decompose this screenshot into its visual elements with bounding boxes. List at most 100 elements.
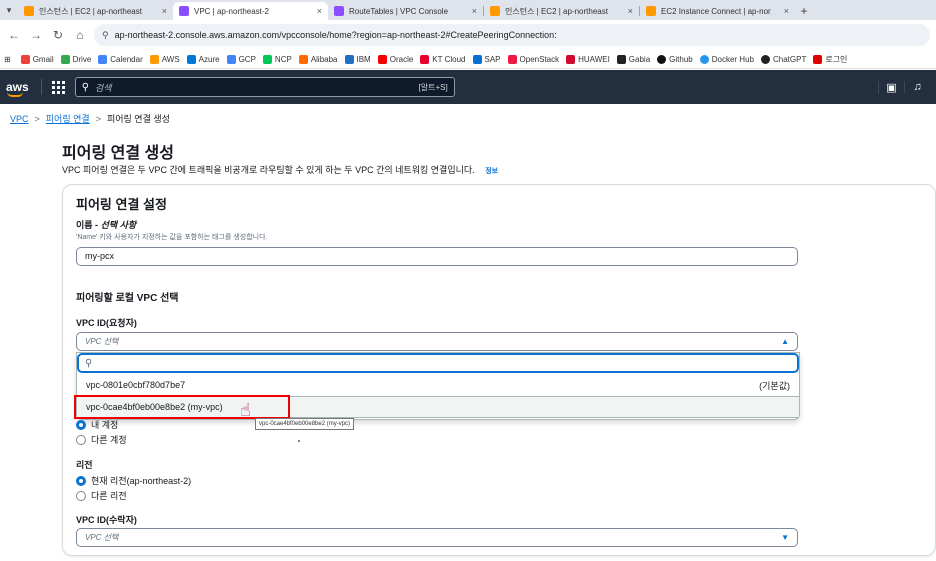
bookmark-item[interactable]: Calendar: [98, 54, 143, 64]
browser-tab[interactable]: 인스턴스 | EC2 | ap-northeast ×: [18, 2, 173, 20]
bookmark-item[interactable]: SAP: [472, 54, 501, 64]
highlight-box: [74, 395, 290, 419]
bookmark-label: IBM: [356, 54, 371, 64]
apps-icon[interactable]: ⊞: [4, 55, 11, 64]
bookmark-item[interactable]: Gabia: [616, 54, 651, 64]
bookmark-item[interactable]: AWS: [149, 54, 180, 64]
requester-vpc-select[interactable]: VPC 선택 ▲: [76, 332, 798, 351]
radio-current-region[interactable]: 현재 리전(ap-northeast-2): [76, 474, 191, 487]
bookmark-item[interactable]: IBM: [344, 54, 371, 64]
breadcrumb: VPC > 피어링 연결 > 피어링 연결 생성: [10, 112, 170, 125]
bookmark-item[interactable]: HUAWEI: [566, 54, 610, 64]
accepter-vpc-select[interactable]: VPC 선택 ▼: [76, 528, 798, 547]
bookmark-label: Gabia: [628, 54, 651, 64]
close-icon[interactable]: ×: [784, 6, 789, 16]
local-vpc-section-heading: 피어링할 로컬 VPC 선택: [76, 293, 179, 304]
alibaba-icon: [298, 54, 308, 64]
name-label: 이름 - 선택 사항: [76, 218, 136, 231]
tab-label: 인스턴스 | EC2 | ap-northeast: [505, 6, 608, 16]
dropdown-option[interactable]: vpc-0801e0cbf780d7be7 (기본값): [77, 374, 799, 396]
openstack-icon: [507, 54, 517, 64]
close-icon[interactable]: ×: [628, 6, 633, 16]
caret-up-icon: ▲: [781, 337, 789, 346]
back-icon[interactable]: ←: [6, 28, 22, 42]
tab-label: RouteTables | VPC Console: [349, 6, 449, 16]
drive-icon: [60, 54, 70, 64]
breadcrumb-current: 피어링 연결 생성: [106, 114, 170, 124]
name-label-text: 이름 -: [76, 220, 101, 230]
bookmark-label: OpenStack: [519, 54, 560, 64]
ncp-icon: [262, 54, 272, 64]
new-tab-button[interactable]: +: [795, 4, 813, 18]
bookmark-item[interactable]: KT Cloud: [420, 54, 466, 64]
bookmark-item[interactable]: Oracle: [377, 54, 413, 64]
address-bar-row: ← → ↻ ⌂ ⚲ ap-northeast-2.console.aws.ama…: [0, 20, 936, 50]
bookmarks-bar: ⊞ Gmail Drive Calendar AWS Azure GCP NCP…: [0, 50, 936, 69]
docker-icon: [699, 54, 709, 64]
home-icon[interactable]: ⌂: [72, 28, 88, 42]
bookmark-item[interactable]: GCP: [226, 54, 256, 64]
tab-label: EC2 Instance Connect | ap-nor: [661, 6, 771, 16]
browser-tab[interactable]: EC2 Instance Connect | ap-nor ×: [640, 2, 795, 20]
close-icon[interactable]: ×: [162, 6, 167, 16]
radio-my-account[interactable]: 내 계정: [76, 418, 118, 431]
notifications-bell-icon[interactable]: ♫: [904, 81, 930, 93]
breadcrumb-link-vpc[interactable]: VPC: [10, 114, 29, 124]
bookmark-item[interactable]: Alibaba: [298, 54, 338, 64]
aws-icon: [149, 54, 159, 64]
bookmark-item[interactable]: NCP: [262, 54, 292, 64]
bookmark-item[interactable]: OpenStack: [507, 54, 560, 64]
browser-tab[interactable]: RouteTables | VPC Console ×: [328, 2, 483, 20]
bookmark-label: Gmail: [32, 54, 54, 64]
bookmark-label: Calendar: [110, 54, 143, 64]
bookmark-item[interactable]: Docker Hub: [699, 54, 754, 64]
name-input[interactable]: my-pcx: [76, 247, 798, 266]
gcp-icon: [226, 54, 236, 64]
page-title: 피어링 연결 생성: [62, 145, 174, 162]
cloudshell-icon[interactable]: ▣: [878, 80, 904, 94]
bookmark-item[interactable]: Gmail: [20, 54, 54, 64]
region-label: 리전: [76, 460, 93, 470]
services-menu-icon[interactable]: [40, 79, 69, 95]
close-icon[interactable]: ×: [317, 6, 322, 16]
huawei-icon: [566, 54, 576, 64]
calendar-icon: [98, 54, 108, 64]
select-placeholder: VPC 선택: [85, 337, 119, 346]
bookmark-item[interactable]: 로그인: [813, 54, 847, 65]
radio-other-region[interactable]: 다른 리전: [76, 489, 127, 502]
option-tag: (기본값): [759, 380, 790, 391]
ec2-icon: [24, 6, 34, 16]
bookmark-item[interactable]: Drive: [60, 54, 91, 64]
breadcrumb-separator-icon: >: [95, 113, 101, 124]
aws-logo[interactable]: aws: [6, 80, 29, 97]
name-hint: 'Name' 키와 사용자가 지정하는 값을 포함하는 태그를 생성합니다.: [76, 234, 268, 241]
info-link[interactable]: 정보: [485, 168, 498, 175]
bookmark-item[interactable]: ChatGPT: [760, 54, 806, 64]
oracle-icon: [377, 54, 387, 64]
browser-tab[interactable]: 인스턴스 | EC2 | ap-northeast ×: [484, 2, 639, 20]
forward-icon[interactable]: →: [28, 28, 44, 42]
radio-unchecked-icon: [76, 434, 86, 445]
hand-cursor-icon: ☝: [240, 400, 251, 420]
radio-other-account[interactable]: 다른 계정: [76, 433, 127, 446]
bookmark-item[interactable]: Github: [657, 54, 693, 64]
url-field[interactable]: ⚲ ap-northeast-2.console.aws.amazon.com/…: [94, 24, 930, 46]
bookmark-label: NCP: [274, 54, 292, 64]
breadcrumb-link-peering[interactable]: 피어링 연결: [46, 112, 90, 125]
bookmark-item[interactable]: Azure: [186, 54, 220, 64]
close-icon[interactable]: ×: [472, 6, 477, 16]
search-icon: ⚲: [85, 357, 93, 369]
tab-list-icon[interactable]: ▾: [0, 0, 18, 20]
ibm-icon: [344, 54, 354, 64]
aws-search-input[interactable]: ⚲ 검색 [알트+S]: [74, 77, 455, 97]
reload-icon[interactable]: ↻: [50, 28, 66, 42]
ec2-icon: [490, 6, 500, 16]
url-text: ap-northeast-2.console.aws.amazon.com/vp…: [114, 30, 557, 40]
radio-checked-icon: [76, 419, 86, 430]
site-info-icon[interactable]: ⚲: [102, 30, 109, 41]
search-icon: ⚲: [81, 81, 90, 93]
dropdown-search-input[interactable]: ⚲: [77, 353, 799, 373]
browser-tab-active[interactable]: VPC | ap-northeast-2 ×: [173, 2, 328, 20]
azure-icon: [186, 54, 196, 64]
github-icon: [657, 54, 667, 64]
